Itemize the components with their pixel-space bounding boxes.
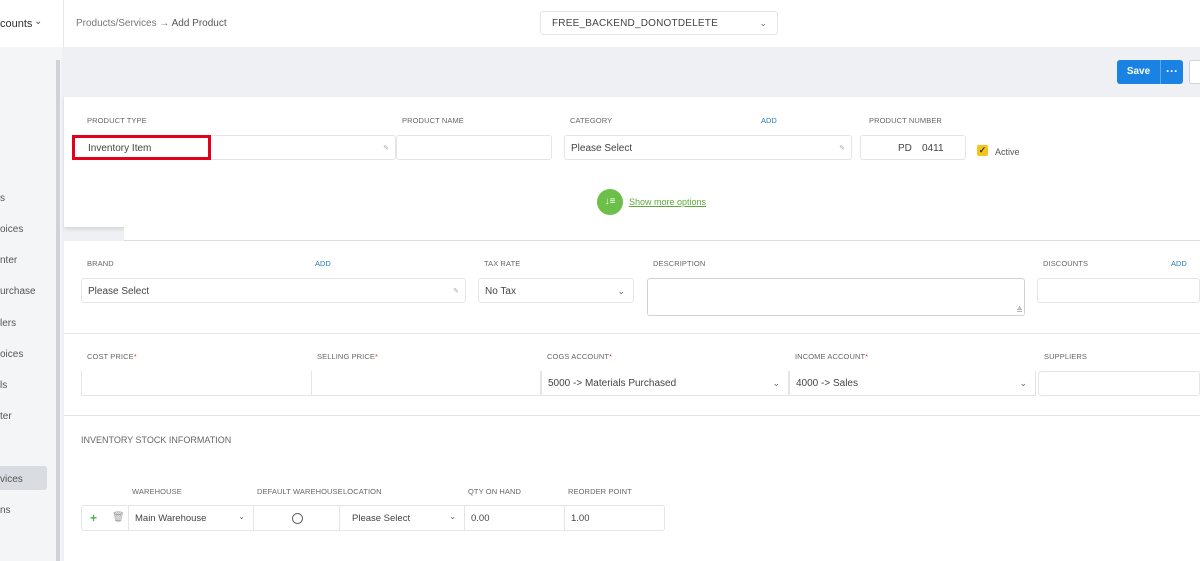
sidebar-item[interactable]: ns xyxy=(0,505,11,516)
more-actions-button[interactable]: ··· xyxy=(1160,60,1183,84)
sidebar-item[interactable]: s xyxy=(0,193,5,204)
default-warehouse-cell xyxy=(254,506,340,530)
location-value: Please Select xyxy=(352,513,411,524)
discounts-input[interactable] xyxy=(1037,278,1200,303)
tax-rate-value: No Tax xyxy=(485,286,516,297)
sidebar-item[interactable]: oices xyxy=(0,349,23,360)
reorder-point-input[interactable]: 1.00 xyxy=(565,506,664,530)
arrow-right-icon: → xyxy=(156,18,172,29)
description-textarea[interactable]: ≜ xyxy=(647,278,1025,316)
brand-value: Please Select xyxy=(88,286,150,297)
cost-price-label: COST PRICE* xyxy=(87,352,137,361)
column-header-qty-on-hand: QTY ON HAND xyxy=(468,487,522,496)
product-number-prefix: PD xyxy=(898,143,912,154)
account-label: counts xyxy=(0,18,33,30)
discounts-add-link[interactable]: ADD xyxy=(1171,259,1187,268)
product-number-value: 0411 xyxy=(922,143,944,154)
sidebar-item[interactable]: urchase xyxy=(0,286,36,297)
breadcrumb-parent[interactable]: Products/Services xyxy=(76,18,157,29)
edit-icon: ✎ xyxy=(839,145,845,152)
brand-label: BRAND xyxy=(87,259,114,268)
chevron-down-icon: ⌄ xyxy=(449,512,456,521)
description-label: DESCRIPTION xyxy=(653,259,706,268)
product-number-field[interactable]: PD 0411 xyxy=(860,135,966,160)
organization-name: FREE_BACKEND_DONOTDELETE xyxy=(552,18,718,29)
product-name-input[interactable] xyxy=(396,135,552,160)
discounts-label: DISCOUNTS xyxy=(1043,259,1089,268)
row-actions-cell xyxy=(82,506,129,530)
selling-price-label: SELLING PRICE* xyxy=(317,352,379,361)
column-header-default-warehouse: DEFAULT WAREHOUSE xyxy=(257,487,343,496)
resize-grip-icon[interactable]: ≜ xyxy=(1016,306,1023,315)
cogs-account-label: COGS ACCOUNT* xyxy=(547,352,613,361)
sidebar-item[interactable]: oices xyxy=(0,224,23,235)
qty-on-hand-value: 0.00 xyxy=(471,513,490,524)
sidebar-item[interactable]: ter xyxy=(0,411,12,422)
income-account-value: 4000 -> Sales xyxy=(796,378,858,389)
column-header-location: LOCATION xyxy=(343,487,382,496)
brand-select[interactable]: Please Select ✎ xyxy=(81,278,466,303)
product-number-label: PRODUCT NUMBER xyxy=(869,116,942,125)
active-checkbox[interactable]: ✓ xyxy=(977,145,988,156)
product-name-label: PRODUCT NAME xyxy=(402,116,464,125)
category-value: Please Select xyxy=(571,143,633,154)
category-select[interactable]: Please Select ✎ xyxy=(564,135,852,160)
cost-price-input[interactable] xyxy=(81,371,311,396)
category-add-link[interactable]: ADD xyxy=(761,116,777,125)
warehouse-value: Main Warehouse xyxy=(135,513,207,524)
section-divider xyxy=(64,415,1200,416)
selling-price-input[interactable] xyxy=(311,371,541,396)
sidebar-item-products-services[interactable]: vices xyxy=(0,474,23,485)
sidebar-item[interactable]: ls xyxy=(0,380,7,391)
sidebar-item[interactable]: lers xyxy=(0,318,16,329)
account-switcher[interactable]: counts ⌄ xyxy=(0,0,64,47)
chevron-down-icon: ⌄ xyxy=(772,378,780,388)
organization-select[interactable]: FREE_BACKEND_DONOTDELETE ⌄ xyxy=(540,11,778,35)
edit-icon: ✎ xyxy=(453,288,459,295)
inventory-section-title: INVENTORY STOCK INFORMATION xyxy=(81,435,232,445)
sidebar-scrollbar[interactable] xyxy=(56,60,60,561)
category-label: CATEGORY xyxy=(570,116,613,125)
table-row: + 🗑 Main Warehouse ⌄ Please Select ⌄ 0.0… xyxy=(81,505,665,531)
column-header-warehouse: WAREHOUSE xyxy=(132,487,182,496)
tax-rate-select[interactable]: No Tax ⌄ xyxy=(478,278,634,303)
income-account-select[interactable]: 4000 -> Sales ⌄ xyxy=(789,371,1036,396)
show-more-icon[interactable]: ↓≡ xyxy=(597,189,623,215)
tax-rate-label: TAX RATE xyxy=(484,259,521,268)
secondary-button[interactable] xyxy=(1189,60,1200,84)
annotation-highlight-box xyxy=(72,135,211,160)
suppliers-select[interactable] xyxy=(1038,371,1200,396)
show-more-options-link[interactable]: Show more options xyxy=(629,197,706,207)
warehouse-select[interactable]: Main Warehouse ⌄ xyxy=(129,506,254,530)
product-header-card xyxy=(64,97,1200,227)
product-type-label: PRODUCT TYPE xyxy=(87,116,147,125)
edit-icon: ✎ xyxy=(383,145,389,152)
top-bar: counts ⌄ Products/Services → Add Product… xyxy=(0,0,1200,47)
section-divider xyxy=(64,333,1200,334)
chevron-down-icon: ⌄ xyxy=(759,18,767,28)
sidebar-item[interactable]: nter xyxy=(0,255,17,266)
income-account-label: INCOME ACCOUNT* xyxy=(795,352,869,361)
chevron-down-icon: ⌄ xyxy=(238,512,245,521)
qty-on-hand-input[interactable]: 0.00 xyxy=(465,506,565,530)
default-warehouse-radio[interactable] xyxy=(292,513,303,524)
chevron-down-icon: ⌄ xyxy=(34,16,43,27)
cogs-account-select[interactable]: 5000 -> Materials Purchased ⌄ xyxy=(541,371,789,396)
reorder-point-value: 1.00 xyxy=(571,513,590,524)
breadcrumb: Products/Services → Add Product xyxy=(76,18,227,29)
column-header-reorder-point: REORDER POINT xyxy=(568,487,632,496)
suppliers-label: SUPPLIERS xyxy=(1044,352,1087,361)
cogs-account-value: 5000 -> Materials Purchased xyxy=(548,378,677,389)
chevron-down-icon: ⌄ xyxy=(1019,378,1027,388)
save-button[interactable]: Save xyxy=(1117,60,1160,84)
brand-add-link[interactable]: ADD xyxy=(315,259,331,268)
active-label: Active xyxy=(995,147,1020,157)
chevron-down-icon: ⌄ xyxy=(617,286,625,296)
breadcrumb-current: Add Product xyxy=(171,18,227,29)
location-select[interactable]: Please Select ⌄ xyxy=(340,506,465,530)
card-underlay xyxy=(124,227,1200,241)
